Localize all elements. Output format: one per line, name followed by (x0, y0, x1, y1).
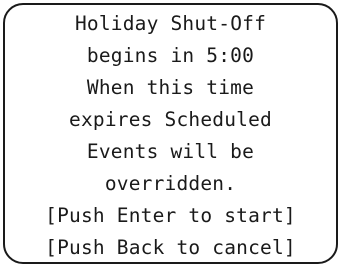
message-line: expires Scheduled (69, 108, 272, 131)
countdown-line: begins in 5:00 (86, 44, 255, 67)
message-line: overridden. (104, 172, 237, 195)
enter-start-prompt: [Push Enter to start] (45, 204, 296, 227)
message-line: When this time (86, 76, 255, 99)
display-text-block: Holiday Shut-Off begins in 5:00 When thi… (5, 8, 336, 264)
lcd-display-panel: Holiday Shut-Off begins in 5:00 When thi… (3, 3, 338, 264)
message-line: Events will be (86, 140, 255, 163)
message-title-line: Holiday Shut-Off (74, 12, 267, 35)
back-cancel-prompt: [Push Back to cancel] (45, 236, 296, 259)
